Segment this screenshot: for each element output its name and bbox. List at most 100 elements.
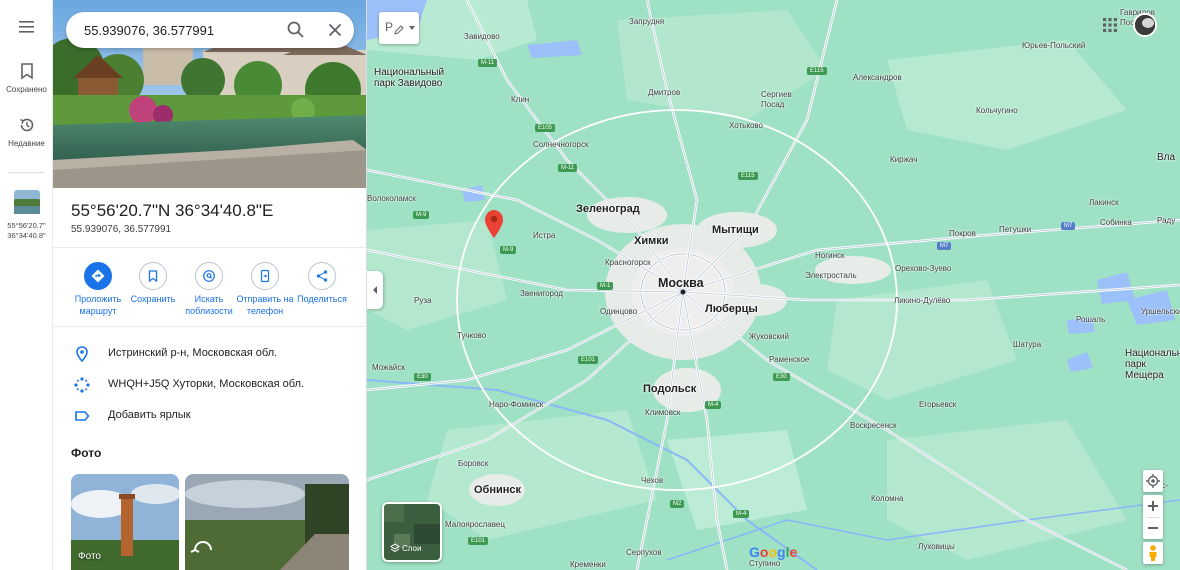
map-label-urshelsky: Уршельский: [1141, 307, 1180, 316]
nearby-label: Искать поблизости: [185, 294, 233, 316]
rail-divider: [8, 172, 44, 173]
map-label-lakinsk: Лакинск: [1089, 198, 1119, 207]
avatar-image: [1135, 15, 1155, 35]
highway-shield: M-11: [558, 164, 578, 172]
highway-shield: E105: [535, 124, 556, 132]
avatar[interactable]: [1133, 13, 1157, 37]
zoom-out-button[interactable]: [1143, 517, 1163, 539]
chevron-down-icon: [409, 26, 415, 30]
nearby-button[interactable]: Искать поблизости: [180, 262, 238, 317]
map-label-klin: Клин: [511, 95, 530, 104]
highway-shield: M-1: [597, 282, 614, 290]
pegman-icon: [1149, 545, 1157, 561]
map-label-volokolamsk: Волоколамск: [367, 194, 416, 203]
map-label-podolsk: Подольск: [643, 383, 697, 395]
map-label-moscow: Москва: [658, 276, 704, 290]
map-label-mozhaysk: Можайск: [372, 363, 405, 372]
highway-shield: E101: [578, 356, 599, 364]
highway-shield: E115: [738, 172, 758, 180]
map-label-zelenograd: Зеленоград: [576, 203, 640, 215]
map-label-klimovsk: Климовск: [645, 408, 681, 417]
map-label-sobinka: Собинка: [1100, 218, 1132, 227]
recent-button[interactable]: Недавние: [0, 116, 53, 149]
street-view-pegman[interactable]: [1143, 542, 1163, 564]
map-label-elektrostal: Электросталь: [805, 271, 857, 280]
photo-tile-1[interactable]: Фото: [71, 474, 179, 570]
clear-search-button[interactable]: [323, 18, 347, 42]
map-label-noginsk: Ногинск: [815, 251, 845, 260]
phone-icon: [260, 269, 270, 283]
map-label-roshal: Рошаль: [1076, 315, 1106, 324]
search-input[interactable]: [66, 12, 276, 48]
highway-shield: E101: [468, 537, 489, 545]
menu-button[interactable]: [0, 20, 53, 39]
directions-button[interactable]: Проложить маршрут: [69, 262, 127, 317]
chevron-left-icon: [373, 286, 377, 294]
google-logo: Google: [749, 544, 798, 560]
map-label-ruza: Руза: [414, 296, 432, 305]
recent-place-item[interactable]: 55°56'20.7" 36°34'40.8": [0, 190, 53, 241]
map-label-istra: Истра: [533, 231, 556, 240]
divider: [53, 247, 366, 248]
highway-shield: M2: [670, 500, 685, 508]
map-label-khimki: Химки: [634, 235, 669, 247]
map-label-yegoryevsk: Егорьевск: [919, 400, 957, 409]
map-label-odintsovo: Одинцово: [600, 307, 638, 316]
map-label-vladimir: Вла: [1157, 152, 1176, 163]
place-subtitle: 55.939076, 36.577991: [71, 224, 172, 235]
map-label-serpukhov: Серпухов: [626, 548, 662, 557]
map-label-stupino: Ступино: [749, 559, 781, 568]
recent-label: Недавние: [8, 139, 45, 148]
share-button[interactable]: Поделиться: [293, 262, 351, 305]
nearby-search-icon: [203, 270, 215, 282]
plus-code-row[interactable]: WHQH+J5Q Хуторки, Московская обл.: [53, 373, 366, 397]
address-row[interactable]: Истринский р-н, Московская обл.: [53, 342, 366, 366]
divider: [53, 326, 366, 327]
share-label: Поделиться: [297, 294, 347, 304]
send-to-phone-button[interactable]: Отправить на телефон: [236, 262, 294, 317]
collapse-panel-button[interactable]: [367, 271, 383, 309]
left-rail: Сохранено Недавние 55°56'20.7" 36°34'40.…: [0, 0, 53, 570]
menu-icon: [18, 21, 34, 33]
label-icon: [75, 411, 90, 421]
saved-label: Сохранено: [6, 85, 47, 94]
map-label-zavidovo: Завидово: [464, 32, 500, 41]
highway-shield: M-9: [413, 211, 430, 219]
map-label-kolchugino: Кольчугино: [976, 106, 1018, 115]
map-tools-button[interactable]: Р: [379, 12, 419, 44]
map-label-kolomna: Коломна: [871, 494, 904, 503]
map-label-dmitrov: Дмитров: [648, 88, 681, 97]
apps-grid-icon[interactable]: [1103, 18, 1117, 32]
layers-button[interactable]: Слои: [382, 502, 442, 562]
map-label-krasnogorsk: Красногорск: [605, 258, 651, 267]
send-to-phone-label: Отправить на телефон: [236, 294, 294, 316]
zoom-in-button[interactable]: [1143, 495, 1163, 517]
highway-shield: M-11: [478, 59, 498, 67]
bookmark-icon: [148, 270, 158, 283]
map-label-pokrov: Покров: [949, 229, 976, 238]
my-location-button[interactable]: [1143, 470, 1163, 492]
plus-code-text: WHQH+J5Q Хуторки, Московская обл.: [108, 378, 305, 390]
map-label-meshchera-park: Национальный парк Мещера: [1125, 348, 1180, 381]
search-button[interactable]: [284, 18, 308, 42]
add-label-row[interactable]: Добавить ярлык: [53, 404, 366, 428]
map-label-mytishchi: Мытищи: [712, 224, 759, 236]
photo-2-image: [185, 474, 349, 570]
highway-shield: M-4: [733, 510, 750, 518]
map-canvas[interactable]: Запрудня Завидово Национальный парк Зави…: [367, 0, 1180, 570]
saved-button[interactable]: Сохранено: [0, 62, 53, 95]
pencil-icon: [394, 25, 404, 35]
photo-tile-2[interactable]: [185, 474, 349, 570]
photo-tile-label: Фото: [78, 551, 101, 562]
search-icon: [287, 21, 304, 38]
bookmark-icon: [20, 63, 33, 80]
map-label-zhukovsky: Жуковский: [749, 332, 789, 341]
share-icon: [316, 270, 328, 282]
save-button[interactable]: Сохранить: [124, 262, 182, 305]
highway-shield: M7: [937, 242, 952, 250]
map-label-zvenigorod: Звенигород: [520, 289, 563, 298]
map-label-lukhovitsy: Луховицы: [918, 542, 955, 551]
map-label-aleksandrov: Александров: [853, 73, 902, 82]
map-label-khotkovo: Хотьково: [729, 121, 763, 130]
map-tools-label: Р: [385, 20, 394, 34]
